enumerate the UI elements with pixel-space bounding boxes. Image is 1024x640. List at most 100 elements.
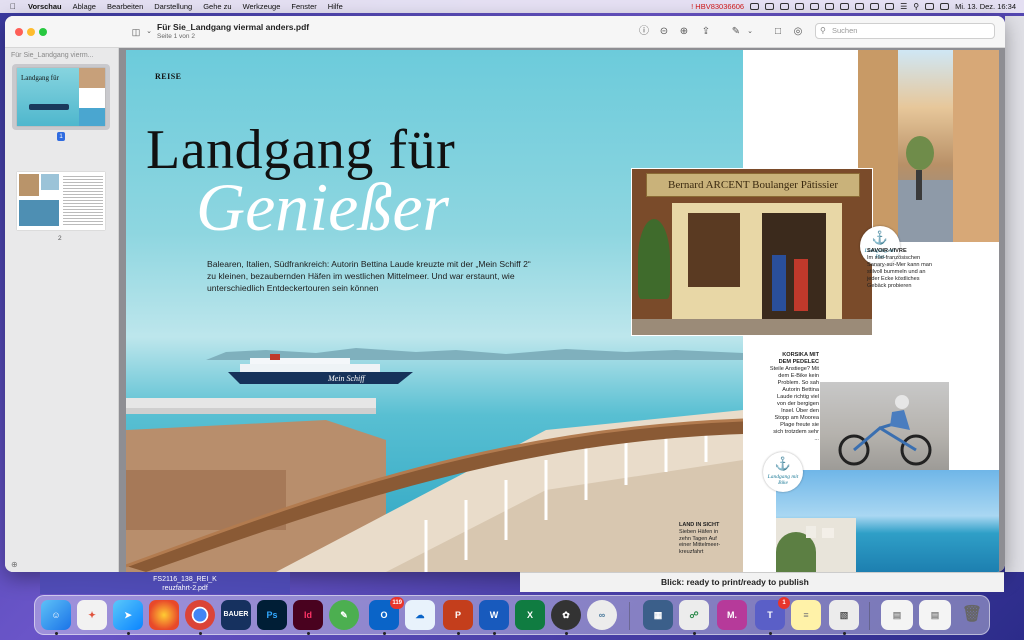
background-window[interactable]: Blick: ready to print/ready to publish — [520, 572, 1004, 592]
menu-fenster[interactable]: Fenster — [291, 2, 316, 11]
rotate-icon[interactable]: □ — [771, 25, 785, 39]
cloud-icon[interactable] — [750, 3, 760, 10]
running-indicator — [565, 632, 568, 635]
search-icon[interactable]: ⚲ — [913, 2, 919, 11]
m-app-icon[interactable]: M. — [717, 600, 747, 630]
zoom-in-icon[interactable]: ⊕ — [677, 25, 691, 39]
screen-icon[interactable] — [810, 3, 820, 10]
background-window-text: Blick: ready to print/ready to publish — [661, 577, 809, 587]
annotate-icon[interactable]: ◎ — [791, 25, 805, 39]
menu-bearbeiten[interactable]: Bearbeiten — [107, 2, 143, 11]
tray-app-icon[interactable] — [780, 3, 790, 10]
trash-icon[interactable]: 🗑 — [957, 600, 987, 630]
info-icon[interactable]: ⓘ — [637, 25, 651, 39]
safari-icon[interactable]: ➤ — [113, 600, 143, 630]
colorful-app-icon[interactable]: ✿ — [551, 600, 581, 630]
land-in-sicht-text: Sieben Häfen in zehn Tagen Auf einer Mit… — [679, 528, 721, 556]
onedrive-icon[interactable]: ☁ — [405, 600, 435, 630]
page-number-1: 1 — [57, 132, 65, 141]
tray-app-icon[interactable] — [840, 3, 850, 10]
desktop-file-name-2: reuzfahrt-2.pdf — [162, 585, 208, 592]
land-in-sicht-title: LAND IN SICHT — [679, 522, 720, 528]
control-center-icon[interactable] — [925, 3, 935, 10]
share-icon[interactable]: ⇪ — [699, 25, 713, 39]
tray-app-icon[interactable] — [825, 3, 835, 10]
menu-app-name[interactable]: Vorschau — [28, 2, 62, 11]
apple-icon[interactable]:  — [10, 2, 20, 11]
search-icon: ⚲ — [820, 26, 826, 35]
thumbnail-right-page — [79, 68, 105, 126]
notes-icon[interactable]: ≡ — [791, 600, 821, 630]
chevron-down-icon[interactable]: ⌄ — [142, 25, 156, 39]
menu-darstellung[interactable]: Darstellung — [154, 2, 192, 11]
desktop-file-icon[interactable]: FS2116_138_REI_K reuzfahrt-2.pdf — [148, 575, 222, 593]
page-spread: REISE Landgang für Genießer Balearen, It… — [126, 50, 999, 572]
anchor-icon: ⚓ — [871, 230, 889, 245]
tray-app-icon[interactable] — [765, 3, 775, 10]
running-indicator — [769, 632, 772, 635]
zoom-out-icon[interactable]: ⊝ — [657, 25, 671, 39]
pencil-app-icon[interactable]: ✎ — [329, 600, 359, 630]
close-window-button[interactable] — [15, 28, 23, 36]
savoir-vivre-title: SAVOIR-VIVRE — [867, 248, 907, 254]
menu-werkzeuge[interactable]: Werkzeuge — [243, 2, 281, 11]
dock-separator — [629, 602, 630, 630]
server-app-icon[interactable]: ▦ — [643, 600, 673, 630]
zoom-window-button[interactable] — [39, 28, 47, 36]
slack-icon[interactable]: ✦ — [77, 600, 107, 630]
outlook-icon[interactable]: O 119 — [369, 597, 404, 630]
korsika-title: KORSIKA MIT DEM PEDELEC — [778, 352, 819, 365]
bauer-app-icon[interactable]: BAUER — [221, 600, 251, 630]
ship-deck — [126, 398, 743, 572]
intro-text: Balearen, Italien, Südfrankreich: Autori… — [207, 259, 531, 293]
wifi-icon[interactable]: ☰ — [900, 2, 907, 11]
firefox-icon[interactable] — [149, 600, 179, 630]
thumbnail-title: Landgang für — [21, 74, 59, 82]
background-window-peek — [1005, 16, 1024, 572]
sidebar-toggle-icon[interactable]: ◫ — [129, 25, 143, 39]
alert-status-item[interactable]: ! HBV83036606 — [691, 2, 744, 11]
desktop-file-name-1: FS2116_138_REI_K — [153, 576, 217, 583]
running-indicator — [127, 632, 130, 635]
page-thumbnail-1[interactable]: Landgang für — [17, 68, 105, 126]
dock-separator — [869, 602, 870, 630]
clock[interactable]: Mi. 13. Dez. 16:34 — [955, 2, 1016, 11]
running-indicator — [493, 632, 496, 635]
indesign-icon[interactable]: Id — [293, 600, 323, 630]
markup-pen-icon[interactable]: ✎ — [729, 25, 743, 39]
search-input[interactable]: ⚲ Suchen — [815, 23, 995, 39]
savoir-vivre-caption: SAVOIR-VIVRE Im süd-französischen Sanary… — [867, 248, 937, 290]
teams-icon[interactable]: T1 — [755, 597, 790, 630]
powerpoint-icon[interactable]: P — [443, 600, 473, 630]
finder-icon[interactable]: ☺ — [41, 600, 71, 630]
document-subtitle: Seite 1 von 2 — [157, 33, 195, 40]
preview-icon[interactable]: ▧ — [829, 600, 859, 630]
sidebar-add-icon[interactable]: ⊕ — [11, 560, 18, 569]
vpn-app-icon[interactable]: ☍ — [679, 600, 709, 630]
knot-app-icon[interactable]: ∞ — [587, 600, 617, 630]
search-placeholder: Suchen — [832, 26, 858, 35]
photoshop-icon[interactable]: Ps — [257, 600, 287, 630]
recent-document-icon[interactable]: ▤ — [919, 600, 951, 630]
siri-icon[interactable] — [940, 3, 950, 10]
korsika-caption: KORSIKA MIT DEM PEDELEC Steile Anstiege?… — [769, 352, 819, 443]
landgang-stamp-bike: ⚓ Landgang mit Bike — [763, 452, 803, 492]
excel-icon[interactable]: X — [515, 600, 545, 630]
minimize-window-button[interactable] — [27, 28, 35, 36]
recent-document-icon[interactable]: ▤ — [881, 600, 913, 630]
teams-badge: 1 — [778, 597, 790, 609]
battery-icon[interactable] — [885, 3, 895, 10]
menu-bar:  Vorschau Ablage Bearbeiten Darstellung… — [0, 0, 1024, 13]
korsika-text: Steile Anstiege? Mit dem E-Bike kein Pro… — [769, 366, 819, 442]
tray-app-icon[interactable] — [870, 3, 880, 10]
menu-hilfe[interactable]: Hilfe — [328, 2, 343, 11]
menu-ablage[interactable]: Ablage — [73, 2, 96, 11]
document-view[interactable]: REISE Landgang für Genießer Balearen, It… — [119, 48, 1005, 572]
chevron-down-icon[interactable]: ⌄ — [743, 25, 757, 39]
tray-app-icon[interactable] — [855, 3, 865, 10]
chrome-icon[interactable] — [185, 600, 215, 630]
word-icon[interactable]: W — [479, 600, 509, 630]
menu-gehe-zu[interactable]: Gehe zu — [203, 2, 231, 11]
tray-app-icon[interactable] — [795, 3, 805, 10]
page-thumbnail-2[interactable] — [17, 172, 105, 230]
